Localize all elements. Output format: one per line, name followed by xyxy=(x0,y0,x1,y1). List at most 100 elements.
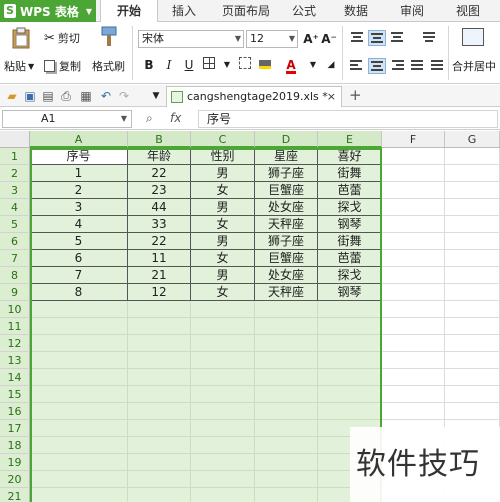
empty-cell[interactable] xyxy=(445,284,500,301)
shrink-font-button[interactable]: A⁻ xyxy=(320,30,338,48)
fill-color-button[interactable] xyxy=(256,56,274,74)
row-header[interactable]: 9 xyxy=(0,284,30,301)
chevron-down-icon[interactable]: ▼ xyxy=(148,88,164,104)
grow-font-button[interactable]: A⁺ xyxy=(302,30,320,48)
zoom-icon[interactable]: ⌕ xyxy=(146,111,153,126)
empty-cell[interactable] xyxy=(191,369,255,386)
empty-cell[interactable] xyxy=(445,165,500,182)
row-header[interactable]: 17 xyxy=(0,420,30,437)
empty-cell[interactable] xyxy=(191,301,255,318)
table-cell[interactable]: 芭蕾 xyxy=(318,250,382,267)
column-header-a[interactable]: A xyxy=(30,131,128,148)
name-box[interactable]: A1 ▼ xyxy=(2,110,132,128)
column-header-g[interactable]: G xyxy=(445,131,500,148)
font-color-button[interactable]: A xyxy=(282,56,300,74)
empty-cell[interactable] xyxy=(30,386,128,403)
row-header[interactable]: 8 xyxy=(0,267,30,284)
print-preview-icon[interactable]: ▤ xyxy=(40,88,56,104)
empty-cell[interactable] xyxy=(382,233,445,250)
column-header-f[interactable]: F xyxy=(382,131,445,148)
table-cell[interactable]: 处女座 xyxy=(255,199,318,216)
new-tab-button[interactable]: + xyxy=(349,86,362,104)
cut-button[interactable]: ✂ 剪切 xyxy=(44,30,80,46)
empty-cell[interactable] xyxy=(382,182,445,199)
empty-cell[interactable] xyxy=(445,216,500,233)
table-cell[interactable]: 钢琴 xyxy=(318,216,382,233)
row-header[interactable]: 5 xyxy=(0,216,30,233)
empty-cell[interactable] xyxy=(128,454,191,471)
empty-cell[interactable] xyxy=(382,267,445,284)
table-cell[interactable]: 21 xyxy=(128,267,191,284)
empty-cell[interactable] xyxy=(445,386,500,403)
table-cell[interactable]: 12 xyxy=(128,284,191,301)
formula-input[interactable]: 序号 xyxy=(198,110,498,128)
row-header[interactable]: 1 xyxy=(0,148,30,165)
empty-cell[interactable] xyxy=(382,199,445,216)
justify-button[interactable] xyxy=(408,58,426,74)
row-header[interactable]: 18 xyxy=(0,437,30,454)
tab-page-layout[interactable]: 页面布局 xyxy=(214,0,278,22)
empty-cell[interactable] xyxy=(255,301,318,318)
open-folder-icon[interactable]: ▰ xyxy=(4,88,20,104)
table-cell[interactable]: 芭蕾 xyxy=(318,182,382,199)
empty-cell[interactable] xyxy=(128,386,191,403)
empty-cell[interactable] xyxy=(30,335,128,352)
empty-cell[interactable] xyxy=(255,352,318,369)
wps-app-button[interactable]: S WPS 表格 ▼ xyxy=(0,0,96,22)
empty-cell[interactable] xyxy=(445,301,500,318)
row-header[interactable]: 12 xyxy=(0,335,30,352)
chevron-down-icon[interactable]: ▼ xyxy=(218,56,236,74)
empty-cell[interactable] xyxy=(128,369,191,386)
empty-cell[interactable] xyxy=(30,301,128,318)
empty-cell[interactable] xyxy=(382,301,445,318)
paste-button[interactable] xyxy=(6,26,36,50)
tab-formulas[interactable]: 公式 xyxy=(284,0,324,22)
font-settings-icon[interactable]: ◢ xyxy=(322,56,340,74)
empty-cell[interactable] xyxy=(445,233,500,250)
copy-button[interactable]: 复制 xyxy=(44,58,81,74)
empty-cell[interactable] xyxy=(382,284,445,301)
document-tab[interactable]: cangshengtage2019.xls * × xyxy=(166,86,342,107)
empty-cell[interactable] xyxy=(128,471,191,488)
empty-cell[interactable] xyxy=(191,352,255,369)
bold-button[interactable]: B xyxy=(140,56,158,74)
distribute-button[interactable] xyxy=(428,58,446,74)
empty-cell[interactable] xyxy=(382,403,445,420)
column-header-e[interactable]: E xyxy=(318,131,382,148)
table-cell[interactable]: 女 xyxy=(191,250,255,267)
empty-cell[interactable] xyxy=(255,437,318,454)
row-header[interactable]: 20 xyxy=(0,471,30,488)
chevron-down-icon[interactable]: ▼ xyxy=(304,56,322,74)
table-cell[interactable]: 7 xyxy=(30,267,128,284)
empty-cell[interactable] xyxy=(128,437,191,454)
table-cell[interactable]: 天秤座 xyxy=(255,284,318,301)
row-header[interactable]: 7 xyxy=(0,250,30,267)
empty-cell[interactable] xyxy=(318,335,382,352)
align-center-button[interactable] xyxy=(368,58,386,74)
tab-data[interactable]: 数据 xyxy=(336,0,376,22)
empty-cell[interactable] xyxy=(445,182,500,199)
row-header[interactable]: 10 xyxy=(0,301,30,318)
empty-cell[interactable] xyxy=(382,165,445,182)
header-cell[interactable]: 性别 xyxy=(191,148,255,165)
empty-cell[interactable] xyxy=(30,318,128,335)
header-cell[interactable]: 星座 xyxy=(255,148,318,165)
header-cell[interactable]: 序号 xyxy=(30,148,128,165)
empty-cell[interactable] xyxy=(255,369,318,386)
tab-insert[interactable]: 插入 xyxy=(164,0,204,22)
table-cell[interactable]: 巨蟹座 xyxy=(255,250,318,267)
empty-cell[interactable] xyxy=(318,318,382,335)
empty-cell[interactable] xyxy=(382,352,445,369)
empty-cell[interactable] xyxy=(318,403,382,420)
table-cell[interactable]: 11 xyxy=(128,250,191,267)
empty-cell[interactable] xyxy=(382,386,445,403)
wrap-text-button[interactable] xyxy=(420,30,438,46)
table-cell[interactable]: 女 xyxy=(191,216,255,233)
empty-cell[interactable] xyxy=(30,471,128,488)
row-header[interactable]: 19 xyxy=(0,454,30,471)
empty-cell[interactable] xyxy=(191,471,255,488)
table-cell[interactable]: 6 xyxy=(30,250,128,267)
table-cell[interactable]: 男 xyxy=(191,267,255,284)
empty-cell[interactable] xyxy=(30,420,128,437)
merge-center-button[interactable]: 合并居中 xyxy=(452,58,500,74)
